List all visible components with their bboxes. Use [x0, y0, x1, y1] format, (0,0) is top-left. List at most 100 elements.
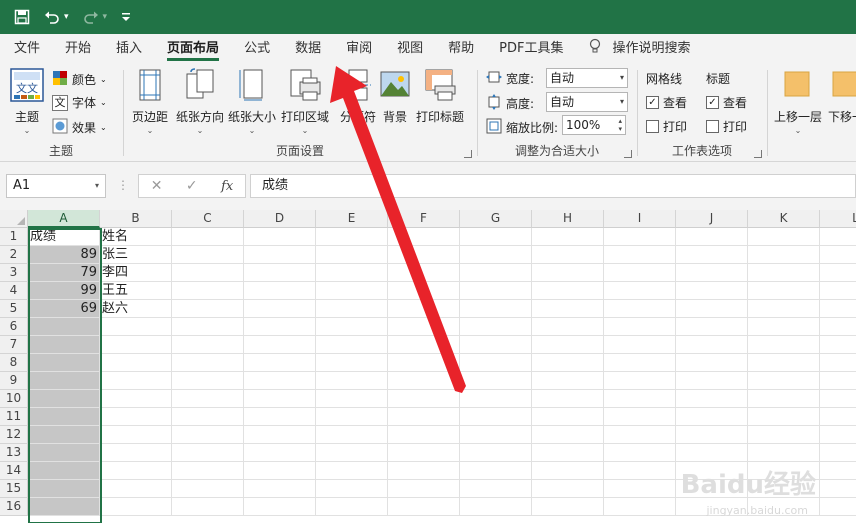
orientation-button[interactable]: 纸张方向 ⌄ [176, 68, 224, 135]
cell-g3[interactable] [460, 264, 532, 282]
print-titles-button[interactable]: 打印标题 [416, 68, 464, 125]
cell-l5[interactable] [820, 300, 856, 318]
cell-f11[interactable] [388, 408, 460, 426]
cell-k9[interactable] [748, 372, 820, 390]
cell-c6[interactable] [172, 318, 244, 336]
cell-g10[interactable] [460, 390, 532, 408]
cell-a1[interactable]: 成绩 [28, 228, 100, 246]
row-header[interactable]: 5 [0, 300, 28, 318]
row-header[interactable]: 13 [0, 444, 28, 462]
cell-j13[interactable] [676, 444, 748, 462]
cell-l4[interactable] [820, 282, 856, 300]
cell-l8[interactable] [820, 354, 856, 372]
cell-h9[interactable] [532, 372, 604, 390]
cell-j4[interactable] [676, 282, 748, 300]
cell-g8[interactable] [460, 354, 532, 372]
gridlines-print-checkbox[interactable]: 打印 [646, 118, 687, 135]
cell-l10[interactable] [820, 390, 856, 408]
tab-view[interactable]: 视图 [397, 34, 423, 64]
row-header[interactable]: 2 [0, 246, 28, 264]
cell-b6[interactable] [100, 318, 172, 336]
cell-f6[interactable] [388, 318, 460, 336]
cell-g6[interactable] [460, 318, 532, 336]
cell-e9[interactable] [316, 372, 388, 390]
cell-k4[interactable] [748, 282, 820, 300]
cell-h6[interactable] [532, 318, 604, 336]
cell-a8[interactable] [28, 354, 100, 372]
tab-insert[interactable]: 插入 [116, 34, 142, 64]
cell-g15[interactable] [460, 480, 532, 498]
cell-l3[interactable] [820, 264, 856, 282]
cell-i16[interactable] [604, 498, 676, 516]
cell-k8[interactable] [748, 354, 820, 372]
cell-g4[interactable] [460, 282, 532, 300]
cell-f14[interactable] [388, 462, 460, 480]
cell-a14[interactable] [28, 462, 100, 480]
cell-l1[interactable] [820, 228, 856, 246]
size-button[interactable]: 纸张大小 ⌄ [228, 68, 276, 135]
formula-input[interactable]: 成绩 [250, 174, 856, 198]
column-header-g[interactable]: G [460, 210, 532, 228]
cell-c9[interactable] [172, 372, 244, 390]
cell-d9[interactable] [244, 372, 316, 390]
cell-h5[interactable] [532, 300, 604, 318]
cell-b4[interactable]: 王五 [100, 282, 172, 300]
send-backward-button[interactable]: 下移一 [828, 68, 856, 125]
cell-k6[interactable] [748, 318, 820, 336]
cell-b12[interactable] [100, 426, 172, 444]
page-setup-launcher-icon[interactable] [464, 150, 472, 158]
cell-e2[interactable] [316, 246, 388, 264]
undo-icon[interactable]: ▾ [44, 9, 69, 25]
cell-f5[interactable] [388, 300, 460, 318]
cell-j5[interactable] [676, 300, 748, 318]
cell-g16[interactable] [460, 498, 532, 516]
cell-c5[interactable] [172, 300, 244, 318]
cell-e3[interactable] [316, 264, 388, 282]
cell-e8[interactable] [316, 354, 388, 372]
cell-h15[interactable] [532, 480, 604, 498]
cell-i11[interactable] [604, 408, 676, 426]
cell-d11[interactable] [244, 408, 316, 426]
cell-e6[interactable] [316, 318, 388, 336]
cell-i6[interactable] [604, 318, 676, 336]
tab-review[interactable]: 审阅 [346, 34, 372, 64]
cell-d14[interactable] [244, 462, 316, 480]
cell-b16[interactable] [100, 498, 172, 516]
cell-d7[interactable] [244, 336, 316, 354]
cell-l14[interactable] [820, 462, 856, 480]
cell-j1[interactable] [676, 228, 748, 246]
cell-k13[interactable] [748, 444, 820, 462]
cell-j6[interactable] [676, 318, 748, 336]
redo-icon[interactable]: ▾ [83, 9, 107, 25]
cell-a15[interactable] [28, 480, 100, 498]
cell-e14[interactable] [316, 462, 388, 480]
row-header[interactable]: 7 [0, 336, 28, 354]
cell-a11[interactable] [28, 408, 100, 426]
cell-e13[interactable] [316, 444, 388, 462]
cell-c16[interactable] [172, 498, 244, 516]
cell-h10[interactable] [532, 390, 604, 408]
row-header[interactable]: 14 [0, 462, 28, 480]
cell-i8[interactable] [604, 354, 676, 372]
cell-f16[interactable] [388, 498, 460, 516]
column-header-i[interactable]: I [604, 210, 676, 228]
cell-g9[interactable] [460, 372, 532, 390]
cell-c3[interactable] [172, 264, 244, 282]
cell-d4[interactable] [244, 282, 316, 300]
sheet-options-launcher-icon[interactable] [754, 150, 762, 158]
insert-function-button[interactable]: fx [221, 179, 233, 194]
cell-d2[interactable] [244, 246, 316, 264]
cell-g14[interactable] [460, 462, 532, 480]
cell-l11[interactable] [820, 408, 856, 426]
cell-b8[interactable] [100, 354, 172, 372]
save-icon[interactable] [14, 9, 30, 25]
row-header[interactable]: 8 [0, 354, 28, 372]
tab-page-layout[interactable]: 页面布局 [167, 34, 220, 64]
width-select[interactable]: 自动 ▾ [546, 68, 628, 88]
row-header[interactable]: 4 [0, 282, 28, 300]
column-header-h[interactable]: H [532, 210, 604, 228]
cell-i5[interactable] [604, 300, 676, 318]
cell-k11[interactable] [748, 408, 820, 426]
cell-b13[interactable] [100, 444, 172, 462]
cell-c13[interactable] [172, 444, 244, 462]
